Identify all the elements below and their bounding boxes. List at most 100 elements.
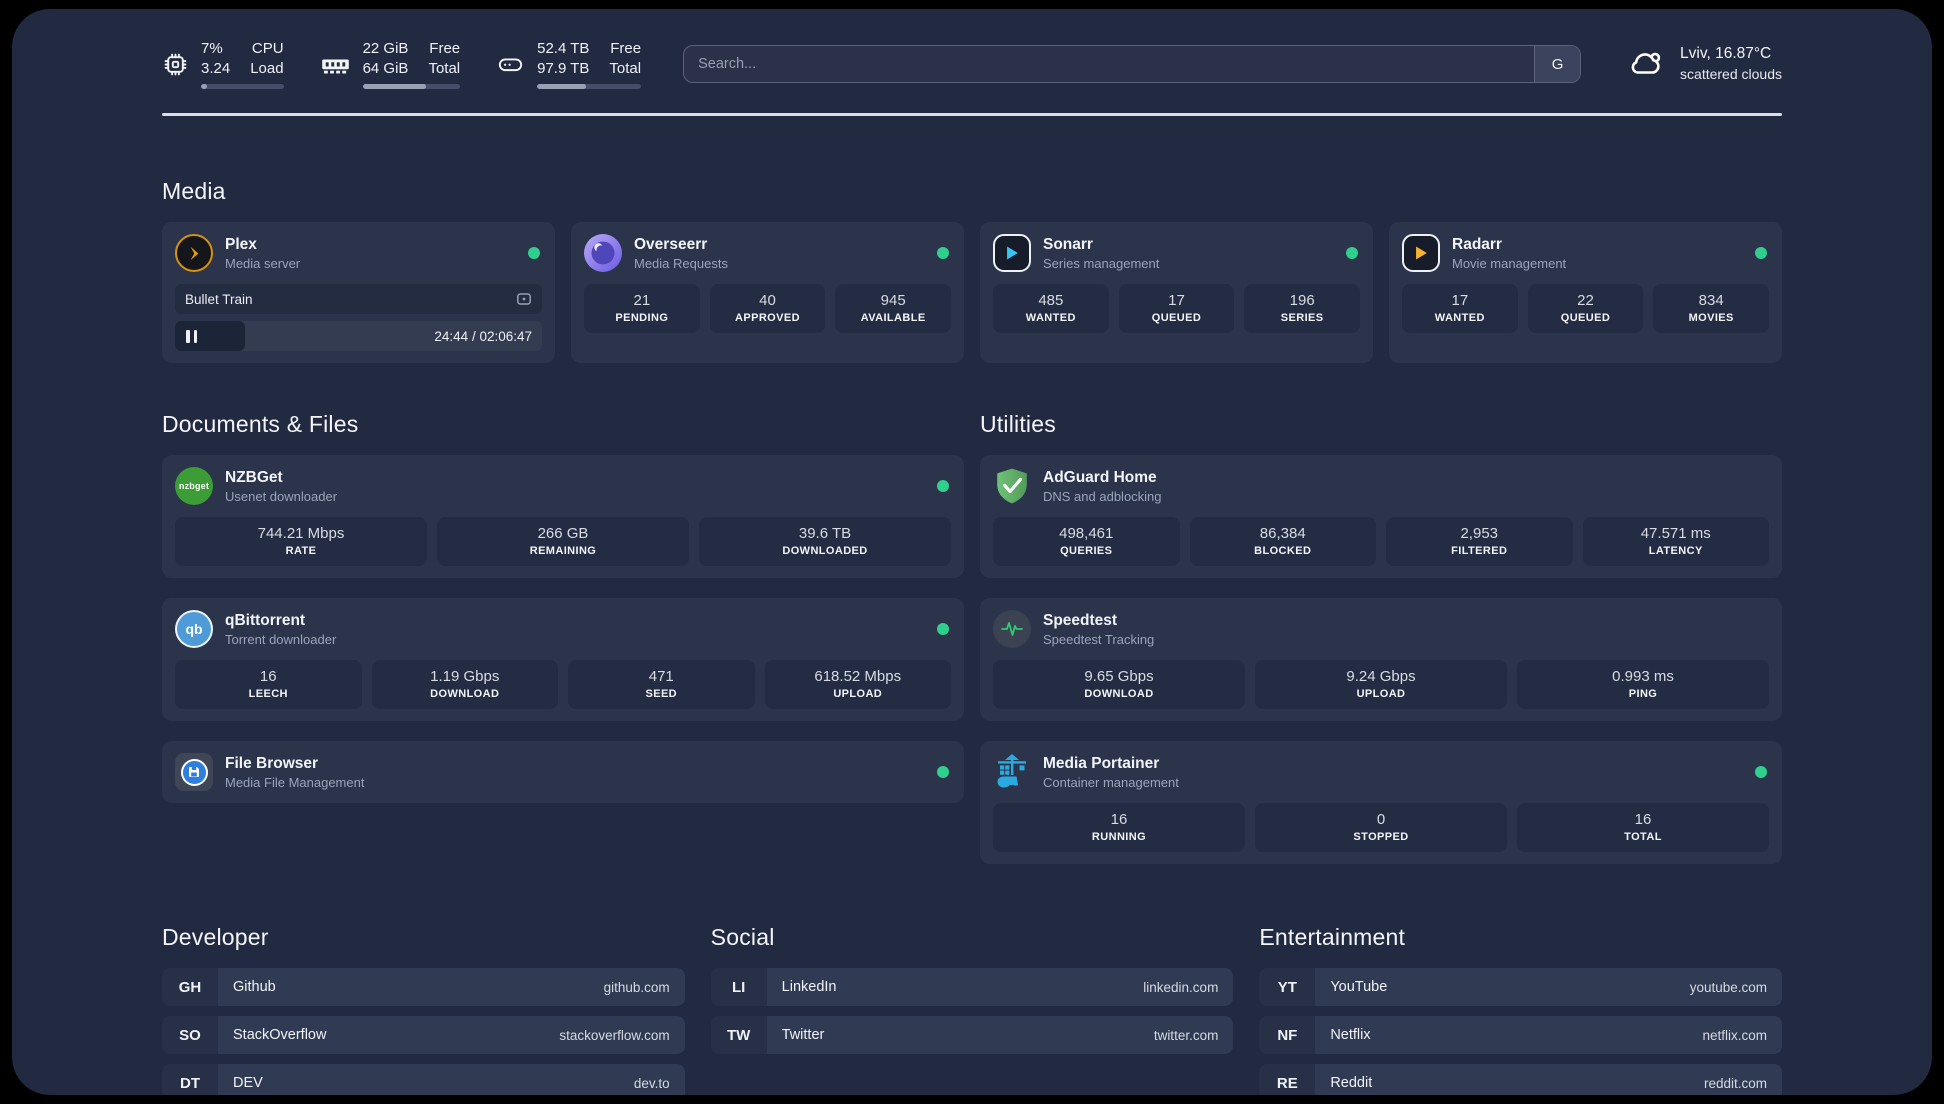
stat-value: 744.21 Mbps: [257, 525, 345, 542]
bookmark-abbr-badge: LI: [710, 968, 767, 1006]
card-speedtest[interactable]: Speedtest Speedtest Tracking 9.65 Gbps D…: [980, 598, 1782, 721]
stat-box: 9.24 Gbps UPLOAD: [1255, 660, 1507, 709]
cpu-values: 7% 3.24: [201, 40, 231, 77]
memory-widget: 22 GiB 64 GiB Free Total: [320, 39, 461, 89]
adguard-logo-icon: [993, 467, 1031, 505]
stat-box: 266 GB REMAINING: [437, 517, 689, 566]
card-overseerr[interactable]: Overseerr Media Requests 21 PENDING 40 A…: [571, 222, 964, 363]
card-sonarr[interactable]: Sonarr Series management 485 WANTED 17 Q…: [980, 222, 1373, 363]
stat-box: 196 SERIES: [1244, 284, 1360, 333]
bookmark-name: DEV: [233, 1075, 263, 1091]
stat-value: 9.65 Gbps: [1084, 668, 1154, 685]
card-filebrowser[interactable]: File Browser Media File Management: [162, 741, 964, 803]
bookmark-url: linkedin.com: [1143, 979, 1219, 995]
plex-title: Plex: [225, 235, 257, 253]
stat-value: 0: [1376, 811, 1386, 828]
card-nzbget[interactable]: nzbget NZBGet Usenet downloader 744.21 M…: [162, 455, 964, 578]
topbar: 7% 3.24 CPU Load 22 GiB 64 GiB Free Tota…: [162, 35, 1782, 93]
bookmark-link[interactable]: DT DEV dev.to: [162, 1064, 685, 1095]
bookmark-link[interactable]: SO StackOverflow stackoverflow.com: [162, 1016, 685, 1054]
qbittorrent-subtitle: Torrent downloader: [225, 631, 337, 647]
stat-value: 86,384: [1259, 525, 1306, 542]
card-portainer[interactable]: Media Portainer Container management 16 …: [980, 741, 1782, 864]
stat-label: DOWNLOAD: [1084, 688, 1154, 700]
stat-box: 471 SEED: [568, 660, 755, 709]
speedtest-stats: 9.65 Gbps DOWNLOAD 9.24 Gbps UPLOAD 0.99…: [993, 660, 1769, 709]
bookmark-link[interactable]: LI LinkedIn linkedin.com: [710, 968, 1234, 1006]
bookmark-url: youtube.com: [1689, 979, 1767, 995]
bookmark-url: stackoverflow.com: [559, 1027, 670, 1043]
stat-value: 945: [880, 292, 906, 309]
radarr-logo-icon: [1402, 234, 1440, 272]
stat-box: 9.65 Gbps DOWNLOAD: [993, 660, 1245, 709]
stat-box: 0.993 ms PING: [1517, 660, 1769, 709]
bookmark-abbr-badge: NF: [1259, 1016, 1316, 1054]
qbittorrent-status-dot: [937, 623, 949, 635]
stat-label: RUNNING: [1091, 831, 1147, 843]
stat-label: SEED: [645, 688, 678, 700]
bookmark-url: github.com: [603, 979, 670, 995]
plex-status-dot: [528, 247, 540, 259]
stat-label: PING: [1628, 688, 1658, 700]
card-plex[interactable]: Plex Media server Bullet Train 24:44 / 0…: [162, 222, 555, 363]
stat-box: 17 QUEUED: [1118, 284, 1235, 333]
sonarr-title: Sonarr: [1043, 235, 1093, 253]
stat-label: WANTED: [1434, 312, 1485, 324]
stat-value: 1.19 Gbps: [430, 668, 500, 685]
card-qbittorrent[interactable]: qb qBittorrent Torrent downloader 16 LEE…: [162, 598, 964, 721]
stat-value: 266 GB: [537, 525, 589, 542]
pause-icon[interactable]: [186, 329, 197, 343]
stat-value: 39.6 TB: [798, 525, 852, 542]
stat-label: UPLOAD: [833, 688, 883, 700]
card-radarr[interactable]: Radarr Movie management 17 WANTED 22 QUE…: [1389, 222, 1782, 363]
stat-box: 47.571 ms LATENCY: [1582, 517, 1769, 566]
disk-progress-bar: [537, 83, 642, 89]
stat-value: 17: [1451, 292, 1469, 309]
speedtest-title: Speedtest: [1043, 611, 1118, 629]
bookmark-link[interactable]: GH Github github.com: [162, 968, 685, 1006]
stat-value: 16: [259, 668, 277, 685]
stat-label: STOPPED: [1353, 831, 1409, 843]
bookmark-link[interactable]: NF Netflix netflix.com: [1259, 1016, 1782, 1054]
stat-value: 47.571 ms: [1640, 525, 1711, 542]
bookmark-link[interactable]: YT YouTube youtube.com: [1259, 968, 1782, 1006]
card-adguard[interactable]: AdGuard Home DNS and adblocking 498,461 …: [980, 455, 1782, 578]
stat-value: 9.24 Gbps: [1346, 668, 1416, 685]
bookmark-link[interactable]: TW Twitter twitter.com: [710, 1016, 1234, 1054]
overseerr-logo-icon: [584, 234, 622, 272]
developer-links: GH Github github.com SO StackOverflow st: [162, 968, 685, 1095]
filebrowser-title: File Browser: [225, 754, 319, 772]
section-media: Media Plex Media server Bullet Train 24:…: [162, 178, 1782, 363]
stat-value: 196: [1289, 292, 1315, 309]
search-provider-button[interactable]: G: [1534, 46, 1581, 82]
cast-screen-icon[interactable]: [516, 291, 532, 307]
speedtest-subtitle: Speedtest Tracking: [1043, 631, 1155, 647]
cloud-icon: [1625, 44, 1667, 85]
stat-box: 744.21 Mbps RATE: [175, 517, 427, 566]
plex-progress-bar[interactable]: 24:44 / 02:06:47: [175, 321, 542, 351]
stat-label: DOWNLOAD: [430, 688, 500, 700]
stat-box: 0 STOPPED: [1255, 803, 1507, 852]
bookmark-link[interactable]: RE Reddit reddit.com: [1259, 1064, 1782, 1095]
weather-condition: scattered clouds: [1680, 66, 1782, 83]
bookmark-name: Netflix: [1330, 1027, 1371, 1043]
overseerr-stats: 21 PENDING 40 APPROVED 945 AVAILABLE: [584, 284, 951, 333]
stat-value: 485: [1038, 292, 1064, 309]
section-heading-utilities: Utilities: [980, 411, 1056, 437]
bookmark-url: netflix.com: [1702, 1027, 1767, 1043]
plex-playback-time: 24:44 / 02:06:47: [434, 328, 532, 344]
section-heading-developer: Developer: [162, 924, 269, 950]
stat-label: WANTED: [1025, 312, 1076, 324]
section-heading-entertainment: Entertainment: [1259, 924, 1406, 950]
weather-location: Lviv, 16.87°C: [1680, 45, 1772, 63]
disk-values: 52.4 TB 97.9 TB: [537, 40, 590, 77]
stat-label: AVAILABLE: [860, 312, 926, 324]
section-heading-media: Media: [162, 178, 226, 204]
sonarr-subtitle: Series management: [1043, 255, 1160, 271]
bookmark-url: reddit.com: [1703, 1075, 1767, 1091]
search-input[interactable]: [683, 45, 1582, 83]
adguard-stats: 498,461 QUERIES 86,384 BLOCKED 2,953 FIL…: [993, 517, 1769, 566]
bookmark-name: LinkedIn: [781, 979, 837, 995]
search-bar: G: [683, 45, 1582, 83]
stat-label: BLOCKED: [1254, 545, 1312, 557]
